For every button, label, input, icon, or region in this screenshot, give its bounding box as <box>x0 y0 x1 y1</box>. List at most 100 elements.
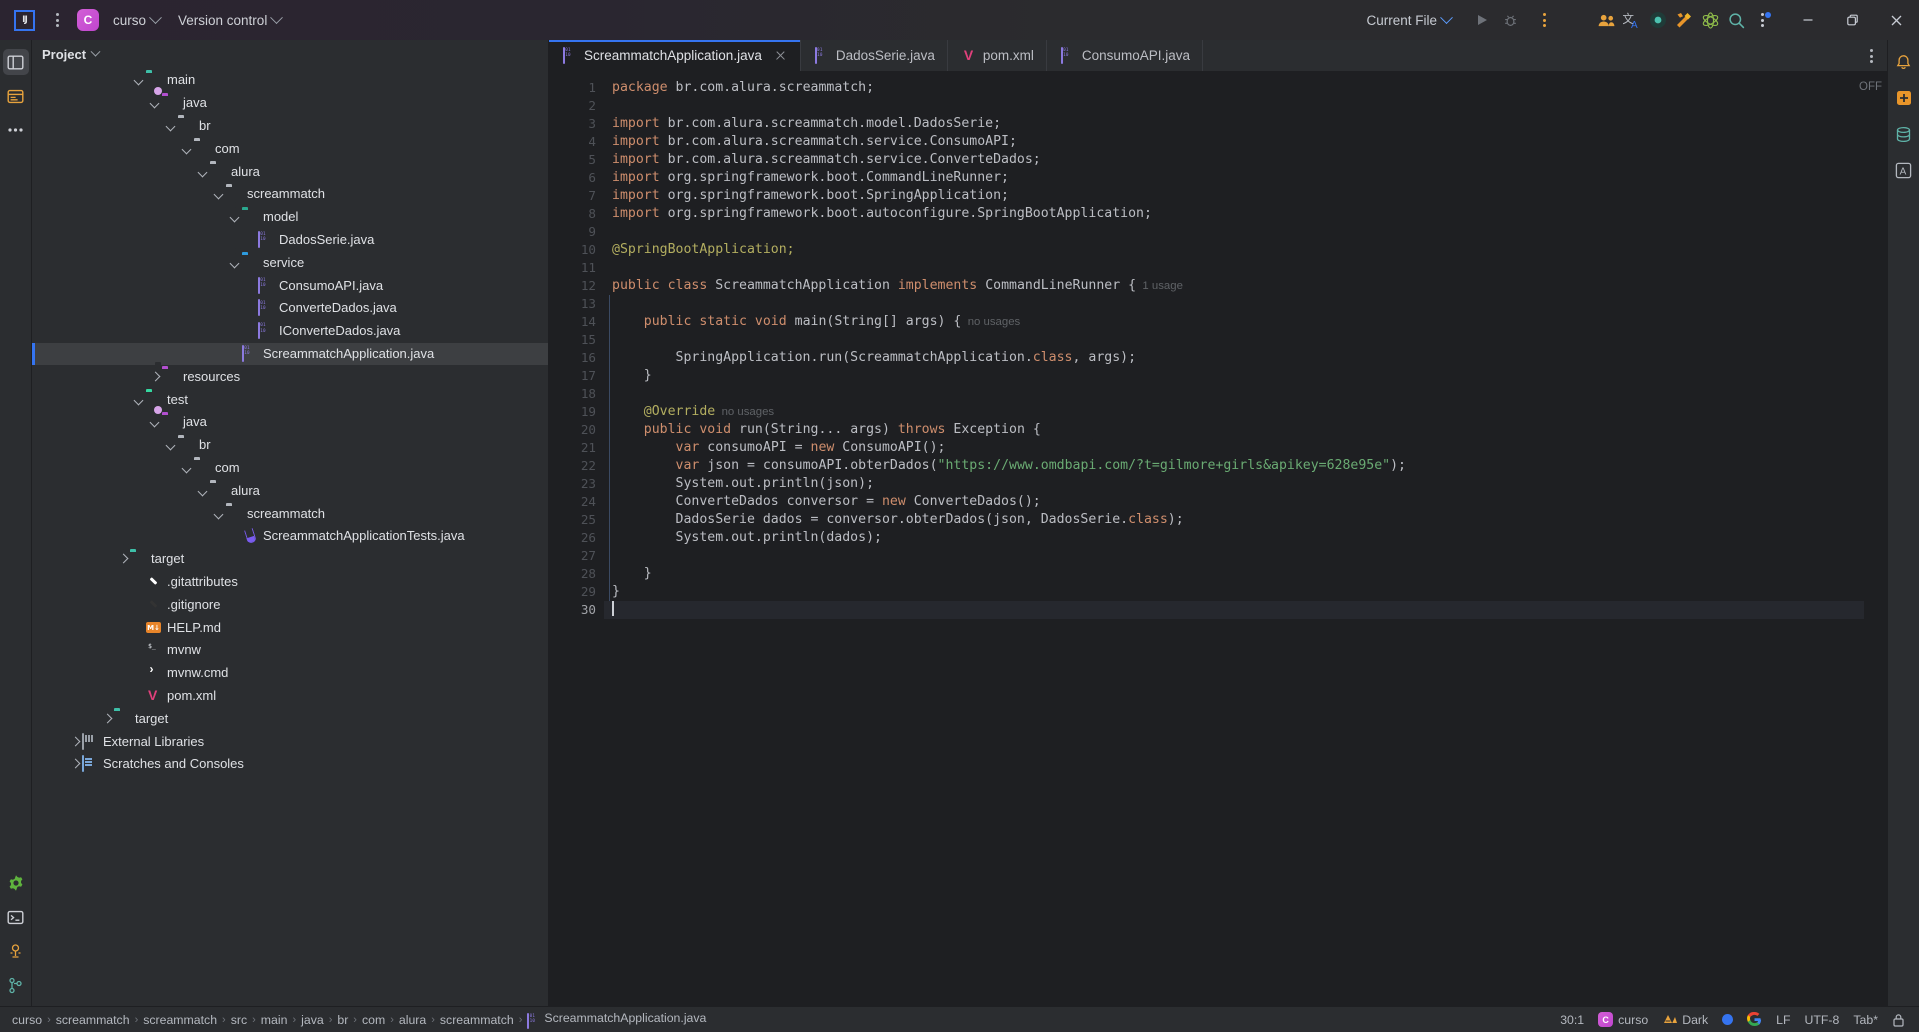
tree-row[interactable]: br <box>32 115 548 138</box>
line-number[interactable]: 21 <box>549 439 604 457</box>
run-configuration-selector[interactable]: Current File <box>1360 10 1457 31</box>
chevron-down-icon[interactable] <box>132 74 145 87</box>
line-number[interactable]: 12 <box>549 277 604 295</box>
editor-tab[interactable]: pom.xml <box>948 40 1047 71</box>
chevron-down-icon[interactable] <box>196 484 209 497</box>
project-avatar[interactable]: C <box>77 9 99 31</box>
breadcrumb-item[interactable]: screammatch <box>139 1013 221 1027</box>
lock-widget[interactable] <box>1892 1013 1905 1027</box>
code-line[interactable]: } <box>604 583 1864 601</box>
sidebar-item-add[interactable] <box>1891 85 1917 111</box>
breadcrumb-item[interactable]: ScreammatchApplication.java <box>523 1011 710 1029</box>
line-number[interactable]: 3 <box>549 115 604 133</box>
chevron-down-icon[interactable] <box>164 119 177 132</box>
tree-row[interactable]: com <box>32 457 548 480</box>
project-tree[interactable]: mainjavabrcomalurascreammatchmodelDadosS… <box>32 68 548 1006</box>
breadcrumb-item[interactable]: curso <box>8 1013 46 1027</box>
breadcrumb-item[interactable]: main <box>257 1013 292 1027</box>
breadcrumb-item[interactable]: alura <box>395 1013 430 1027</box>
code-content[interactable]: package br.com.alura.screammatch; import … <box>604 72 1864 1006</box>
code-line[interactable] <box>604 97 1864 115</box>
sidebar-item-version-control[interactable] <box>3 972 29 998</box>
line-number[interactable]: 26 <box>549 529 604 547</box>
sidebar-item-database[interactable] <box>1891 121 1917 147</box>
chevron-right-icon[interactable] <box>116 553 129 566</box>
encoding-widget[interactable]: UTF-8 <box>1805 1013 1840 1027</box>
code-line[interactable]: import br.com.alura.screammatch.service.… <box>604 151 1864 169</box>
minimize-button[interactable] <box>1793 5 1823 35</box>
chevron-right-icon[interactable] <box>68 735 81 748</box>
inspection-status-label[interactable]: OFF <box>1859 81 1882 93</box>
tree-row[interactable]: Scratches and Consoles <box>32 753 548 776</box>
code-line[interactable]: package br.com.alura.screammatch; <box>604 79 1864 97</box>
line-number[interactable]: 19 <box>549 403 604 421</box>
line-number[interactable]: 2 <box>549 97 604 115</box>
code-line[interactable]: @SpringBootApplication; <box>604 241 1864 259</box>
tree-row[interactable]: ConsumoAPI.java <box>32 274 548 297</box>
caret-position[interactable]: 30:1 <box>1560 1013 1584 1027</box>
code-line[interactable]: ConverteDados conversor = new ConverteDa… <box>604 493 1864 511</box>
breadcrumb-item[interactable]: screammatch <box>52 1013 134 1027</box>
code-line[interactable]: public void run(String... args) throws E… <box>604 421 1864 439</box>
chevron-down-icon[interactable] <box>164 439 177 452</box>
sidebar-item-commit[interactable] <box>3 83 29 109</box>
chevron-down-icon[interactable] <box>228 256 241 269</box>
debug-button[interactable] <box>1497 7 1523 33</box>
chevron-down-icon[interactable] <box>212 507 225 520</box>
code-line[interactable] <box>604 223 1864 241</box>
google-widget[interactable] <box>1747 1012 1762 1027</box>
tree-row[interactable]: test <box>32 384 548 411</box>
record-button[interactable] <box>1645 7 1671 33</box>
collaborate-button[interactable] <box>1593 7 1619 33</box>
maximize-button[interactable] <box>1837 5 1867 35</box>
breadcrumb-item[interactable]: com <box>358 1013 389 1027</box>
line-number[interactable]: 11 <box>549 259 604 277</box>
line-number[interactable]: 8 <box>549 205 604 223</box>
line-number[interactable]: 5 <box>549 151 604 169</box>
tree-row[interactable]: alura <box>32 479 548 502</box>
line-number[interactable]: 13 <box>549 295 604 313</box>
breadcrumb-item[interactable]: screammatch <box>436 1013 518 1027</box>
code-line[interactable]: import org.springframework.boot.autoconf… <box>604 205 1864 223</box>
notifications-more-button[interactable] <box>1749 7 1775 33</box>
code-line[interactable]: } <box>604 367 1864 385</box>
line-number[interactable]: 28 <box>549 565 604 583</box>
line-number[interactable]: 1 <box>549 79 604 97</box>
line-separator-widget[interactable]: LF <box>1776 1013 1790 1027</box>
tree-row[interactable]: ScreammatchApplication.java <box>32 342 548 366</box>
tree-row[interactable]: mvnw <box>32 639 548 662</box>
breadcrumb-item[interactable]: java <box>297 1013 328 1027</box>
tree-row[interactable]: com <box>32 137 548 160</box>
code-line[interactable]: var json = consumoAPI.obterDados("https:… <box>604 457 1864 475</box>
code-line[interactable]: SpringApplication.run(ScreammatchApplica… <box>604 349 1864 367</box>
line-number[interactable]: 9 <box>549 223 604 241</box>
code-line[interactable]: System.out.println(json); <box>604 475 1864 493</box>
inspections-widget[interactable] <box>1722 1014 1734 1025</box>
close-icon[interactable] <box>774 49 788 63</box>
tree-row[interactable]: service <box>32 247 548 274</box>
line-number[interactable]: 20 <box>549 421 604 439</box>
sidebar-item-bookmarks[interactable]: A <box>1891 157 1917 183</box>
code-line[interactable]: public static void main(String[] args) {… <box>604 313 1864 331</box>
code-line[interactable]: DadosSerie dados = conversor.obterDados(… <box>604 511 1864 529</box>
tree-row[interactable]: .gitignore <box>32 593 548 616</box>
sidebar-item-ai-assistant[interactable] <box>3 938 29 964</box>
tree-row[interactable]: ConverteDados.java <box>32 297 548 320</box>
tree-row[interactable]: java <box>32 87 548 115</box>
code-line[interactable]: import org.springframework.boot.CommandL… <box>604 169 1864 187</box>
more-run-actions-button[interactable] <box>1531 7 1557 33</box>
tree-row[interactable]: java <box>32 406 548 434</box>
tree-row[interactable]: alura <box>32 160 548 183</box>
line-number[interactable]: 29 <box>549 583 604 601</box>
tree-row[interactable]: resources <box>32 361 548 388</box>
line-number[interactable]: 14 <box>549 313 604 331</box>
line-number[interactable]: 10 <box>549 241 604 259</box>
translate-button[interactable]: 文 A <box>1619 7 1645 33</box>
close-button[interactable] <box>1881 5 1911 35</box>
tree-row[interactable]: IConverteDados.java <box>32 320 548 343</box>
indent-widget[interactable]: Tab* <box>1853 1013 1878 1027</box>
chevron-down-icon[interactable] <box>132 393 145 406</box>
sidebar-item-settings[interactable] <box>3 870 29 896</box>
code-line[interactable]: var consumoAPI = new ConsumoAPI(); <box>604 439 1864 457</box>
code-line[interactable]: import br.com.alura.screammatch.service.… <box>604 133 1864 151</box>
